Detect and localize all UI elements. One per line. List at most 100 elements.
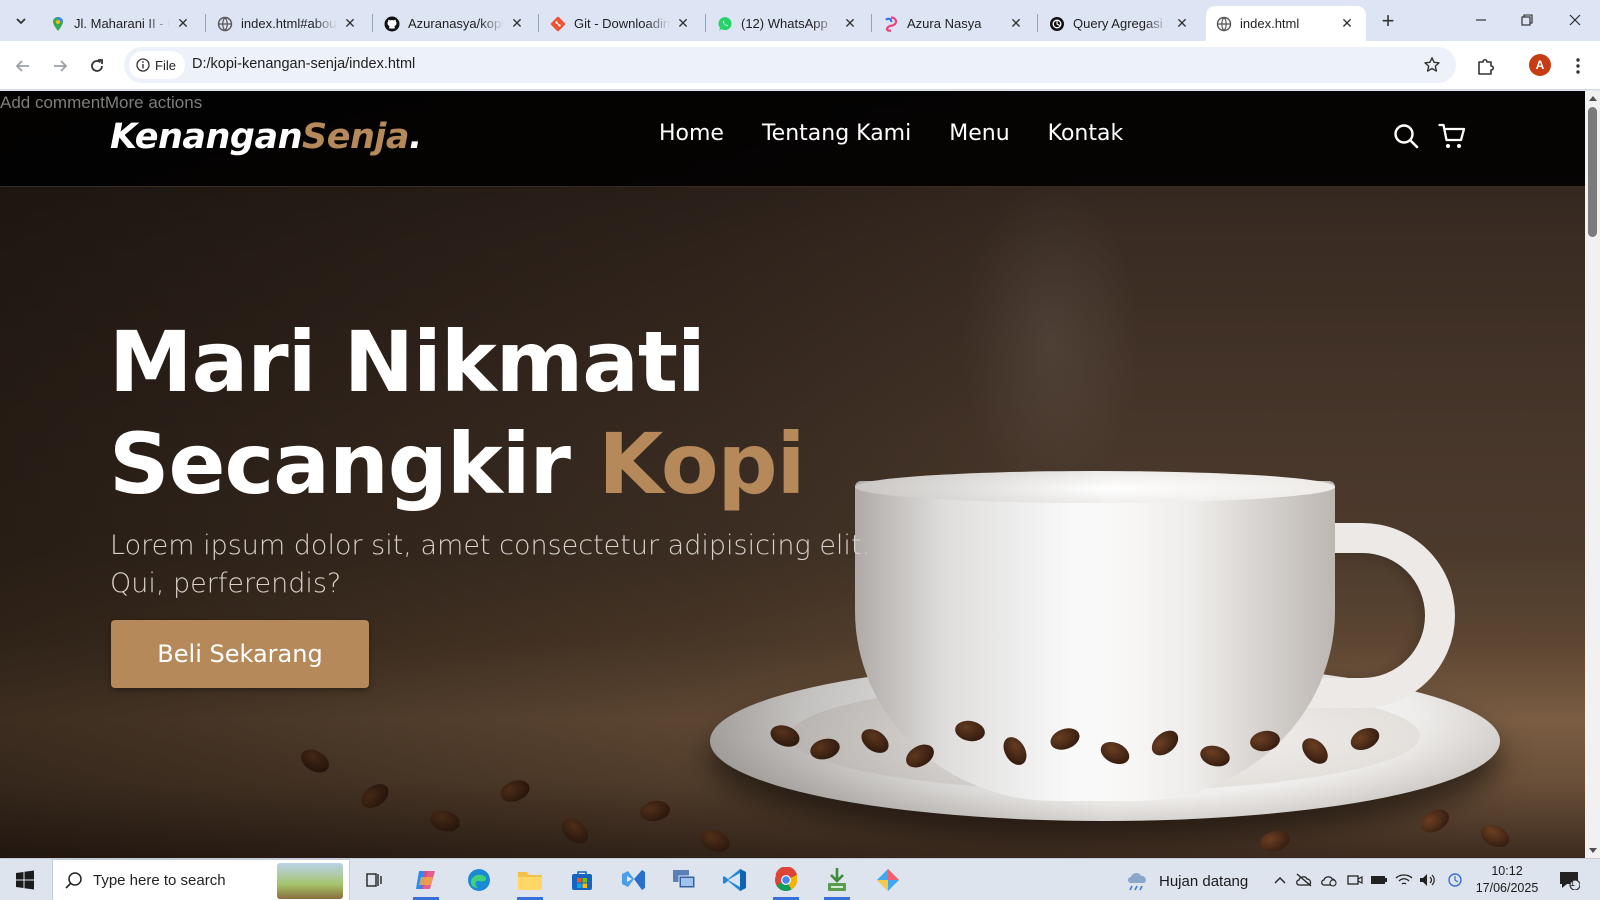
page-scrollbar[interactable] (1585, 91, 1600, 858)
tray-sync[interactable] (1445, 871, 1465, 889)
site-info-chip[interactable]: File (129, 51, 185, 79)
site-cart-button[interactable] (1437, 121, 1467, 151)
task-view-button[interactable] (354, 863, 396, 897)
notification-center-button[interactable]: 1 (1556, 869, 1582, 891)
taskbar-remote-desktop[interactable] (663, 863, 705, 897)
taskbar-clock[interactable]: 10:12 17/06/2025 (1470, 863, 1544, 897)
nav-link-kontak[interactable]: Kontak (1048, 121, 1124, 146)
clock-time: 10:12 (1491, 864, 1523, 878)
tab-azura-nasya[interactable]: Azura Nasya ✕ (873, 6, 1035, 41)
globe-icon (217, 16, 233, 32)
tray-onedrive-off[interactable] (1294, 871, 1314, 889)
tray-network[interactable] (1394, 871, 1414, 889)
back-button[interactable] (10, 53, 36, 79)
tab-separator (1037, 14, 1038, 32)
battery-icon (1371, 876, 1387, 884)
app-icon (877, 869, 899, 891)
tab-title: index.html (1240, 16, 1300, 31)
taskbar-file-explorer[interactable] (509, 863, 551, 900)
bookmark-button[interactable] (1420, 53, 1444, 77)
start-button[interactable] (8, 867, 42, 893)
github-icon (384, 16, 400, 32)
profile-avatar[interactable]: A (1529, 54, 1551, 76)
taskbar-git-installer[interactable] (816, 863, 858, 900)
headline-line-1: Mari Nikmati (109, 313, 706, 411)
url-text[interactable]: D:/kopi-kenangan-senja/index.html (192, 56, 415, 72)
close-icon (1569, 14, 1581, 26)
comment-overlay-text[interactable]: Add commentMore actions (0, 93, 202, 113)
address-bar[interactable]: File D:/kopi-kenangan-senja/index.html (124, 47, 1456, 83)
weather-widget[interactable]: Hujan datang (1125, 869, 1248, 893)
site-search-button[interactable] (1391, 121, 1421, 151)
page-viewport: KenanganSenja. Home Tentang Kami Menu Ko… (0, 91, 1585, 858)
maps-pin-icon (50, 16, 66, 32)
close-window-button[interactable] (1552, 0, 1598, 40)
cloud-off-icon (1296, 873, 1312, 887)
taskbar-visual-studio[interactable] (612, 863, 654, 897)
tab-query-agregasi[interactable]: Query Agregasi S ✕ (1039, 6, 1201, 41)
browser-menu-button[interactable] (1568, 53, 1588, 79)
taskbar-edge[interactable] (458, 863, 500, 897)
site-logo[interactable]: KenanganSenja. (110, 117, 422, 157)
tab-title: Azuranasya/kopi (408, 16, 504, 31)
arrow-left-icon (15, 60, 29, 72)
minimize-button[interactable] (1458, 0, 1504, 40)
close-icon[interactable]: ✕ (341, 15, 359, 33)
close-icon[interactable]: ✕ (508, 15, 526, 33)
site-navbar: KenanganSenja. Home Tentang Kami Menu Ko… (0, 91, 1585, 187)
taskbar-chrome[interactable] (765, 863, 807, 900)
beli-sekarang-button[interactable]: Beli Sekarang (111, 620, 369, 688)
swirl-icon (883, 15, 899, 32)
nav-link-menu[interactable]: Menu (949, 121, 1009, 146)
close-icon[interactable]: ✕ (841, 15, 859, 33)
scroll-thumb[interactable] (1588, 107, 1597, 237)
tab-index-about[interactable]: index.html#about ✕ (207, 6, 369, 41)
tab-github[interactable]: Azuranasya/kopi ✕ (374, 6, 536, 41)
scroll-down-button[interactable] (1585, 844, 1600, 858)
tab-separator (871, 14, 872, 32)
weather-text: Hujan datang (1159, 872, 1249, 890)
tray-battery[interactable] (1369, 871, 1389, 889)
taskbar-store[interactable] (561, 863, 603, 897)
copilot-icon (416, 871, 435, 889)
close-icon[interactable]: ✕ (1173, 15, 1191, 33)
taskbar-copilot[interactable] (405, 863, 447, 900)
tab-whatsapp[interactable]: (12) WhatsApp ✕ (707, 6, 869, 41)
taskbar-app[interactable] (867, 863, 909, 897)
scroll-up-button[interactable] (1585, 91, 1600, 105)
taskbar-vscode[interactable] (714, 863, 756, 897)
close-icon[interactable]: ✕ (1338, 15, 1356, 33)
logo-main: Kenangan (110, 117, 303, 157)
tab-maps[interactable]: Jl. Maharani II - G ✕ (40, 6, 202, 41)
tab-search-button[interactable] (8, 9, 34, 33)
windows-taskbar: Type here to search Hujan datang 10:12 1… (0, 858, 1600, 900)
forward-button[interactable] (47, 53, 73, 79)
close-icon[interactable]: ✕ (674, 15, 692, 33)
restore-button[interactable] (1504, 0, 1550, 40)
search-icon (1394, 124, 1419, 149)
nav-link-home[interactable]: Home (659, 121, 724, 146)
close-icon[interactable]: ✕ (1007, 15, 1025, 33)
chrome-icon (775, 867, 797, 891)
close-icon[interactable]: ✕ (174, 15, 192, 33)
restore-icon (1521, 14, 1533, 26)
tab-git-download[interactable]: Git - Downloading ✕ (540, 6, 702, 41)
git-icon (550, 16, 566, 32)
new-tab-button[interactable]: + (1375, 8, 1401, 33)
tab-index-active[interactable]: index.html ✕ (1206, 6, 1366, 41)
visual-studio-icon (622, 870, 645, 890)
hero-subtext: Lorem ipsum dolor sit, amet consectetur … (110, 530, 871, 599)
tab-title: Git - Downloading (574, 16, 670, 31)
taskbar-search[interactable]: Type here to search (52, 859, 350, 900)
tray-onedrive[interactable] (1319, 871, 1339, 889)
tray-meet[interactable] (1345, 871, 1365, 889)
cart-icon (1438, 123, 1466, 148)
puzzle-icon (1478, 58, 1495, 75)
show-hidden-icons[interactable] (1270, 871, 1290, 889)
arrow-right-icon (54, 60, 68, 72)
nav-link-tentang-kami[interactable]: Tentang Kami (762, 121, 911, 146)
reload-button[interactable] (84, 53, 110, 79)
browser-toolbar: File D:/kopi-kenangan-senja/index.html A (0, 41, 1600, 90)
extensions-button[interactable] (1473, 53, 1499, 79)
tray-volume[interactable] (1418, 871, 1438, 889)
